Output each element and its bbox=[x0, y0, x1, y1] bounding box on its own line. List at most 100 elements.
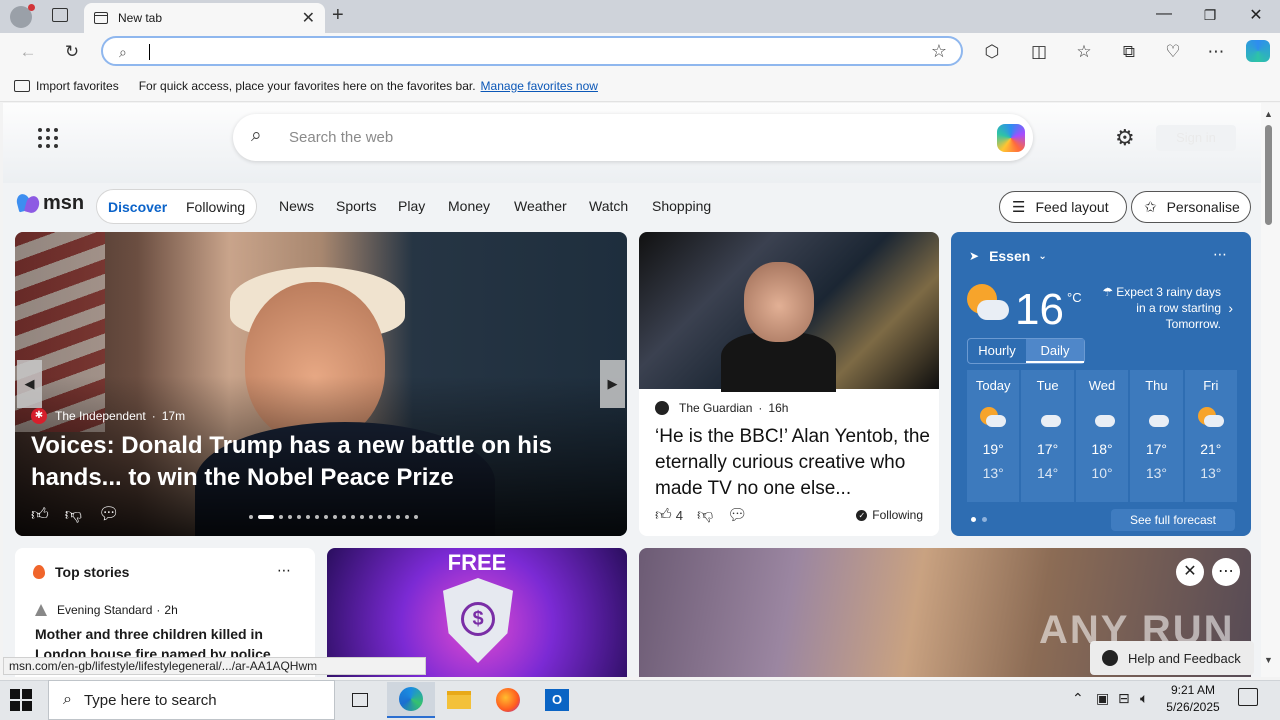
carousel-dot[interactable] bbox=[324, 515, 328, 519]
carousel-dot[interactable] bbox=[297, 515, 301, 519]
favorite-star-icon[interactable]: ☆ bbox=[931, 41, 947, 62]
forecast-note[interactable]: ☂ Expect 3 rainy days in a row starting … bbox=[1097, 284, 1221, 332]
copilot-icon[interactable] bbox=[997, 124, 1025, 152]
carousel-dot[interactable] bbox=[360, 515, 364, 519]
web-search-box[interactable]: ⌕ Search the web bbox=[233, 114, 1033, 161]
close-window-button[interactable]: ✕ bbox=[1233, 5, 1279, 25]
edge-app-icon[interactable] bbox=[387, 682, 435, 718]
card-source[interactable]: The Guardian · 16h bbox=[655, 401, 788, 415]
comment-icon[interactable]: 💬︎ bbox=[98, 504, 120, 525]
carousel-dot[interactable] bbox=[414, 515, 418, 519]
carousel-dot[interactable] bbox=[351, 515, 355, 519]
outlook-icon[interactable]: O bbox=[533, 682, 581, 718]
refresh-button[interactable]: ↻ bbox=[60, 40, 84, 64]
carousel-dot[interactable] bbox=[378, 515, 382, 519]
thumbs-up-icon[interactable]: 👍︎ bbox=[31, 504, 49, 525]
hero-headline[interactable]: Voices: Donald Trump has a new battle on… bbox=[31, 430, 591, 494]
windows-start-icon[interactable] bbox=[10, 689, 32, 711]
feed-layout-button[interactable]: ☰ Feed layout bbox=[999, 191, 1127, 223]
forecast-day[interactable]: Thu 17° 13° bbox=[1130, 370, 1183, 502]
hero-source[interactable]: ✱ The Independent · 17m bbox=[31, 408, 185, 424]
nav-sports[interactable]: Sports bbox=[336, 198, 376, 214]
address-bar[interactable]: ⌕ ☆ bbox=[101, 36, 963, 66]
carousel-dot[interactable] bbox=[288, 515, 292, 519]
close-icon[interactable]: ✕ bbox=[1176, 558, 1204, 586]
device-icon[interactable]: ▣ bbox=[1096, 690, 1109, 707]
forecast-day[interactable]: Tue 17° 14° bbox=[1021, 370, 1074, 502]
weather-location[interactable]: ➤ Essen ⌄ bbox=[969, 248, 1047, 264]
network-icon[interactable]: ⊟ bbox=[1118, 690, 1130, 707]
forecast-day[interactable]: Wed 18° 10° bbox=[1075, 370, 1129, 502]
copilot-icon[interactable] bbox=[1246, 40, 1270, 62]
tab-discover[interactable]: Discover bbox=[108, 199, 167, 215]
carousel-dot[interactable] bbox=[315, 515, 319, 519]
carousel-dot[interactable] bbox=[387, 515, 391, 519]
carousel-dot[interactable] bbox=[369, 515, 373, 519]
carousel-dot[interactable] bbox=[405, 515, 409, 519]
thumbs-down-icon[interactable]: 👎︎ bbox=[65, 504, 82, 525]
see-full-forecast-button[interactable]: See full forecast bbox=[1111, 509, 1235, 531]
thumbs-up-icon[interactable]: 👍︎ bbox=[655, 506, 672, 525]
notification-icon[interactable] bbox=[1238, 688, 1258, 706]
toggle-daily[interactable]: Daily bbox=[1026, 339, 1084, 363]
new-tab-button[interactable]: + bbox=[332, 4, 344, 27]
extensions-icon[interactable]: ⬡ bbox=[980, 40, 1004, 64]
tab-close-icon[interactable]: ✕ bbox=[302, 8, 315, 28]
file-explorer-icon[interactable] bbox=[435, 682, 483, 718]
following-badge[interactable]: ✓ Following bbox=[856, 508, 923, 522]
gear-icon[interactable]: ⚙ bbox=[1115, 125, 1135, 151]
carousel-prev-button[interactable]: ◀ bbox=[17, 360, 42, 408]
card-headline[interactable]: ‘He is the BBC!’ Alan Yentob, the eterna… bbox=[655, 424, 930, 502]
carousel-next-button[interactable]: ▶ bbox=[600, 360, 625, 408]
carousel-dot[interactable] bbox=[396, 515, 400, 519]
more-options-icon[interactable]: ⋯ bbox=[1213, 246, 1227, 263]
thumbs-down-icon[interactable]: 👎︎ bbox=[697, 506, 713, 525]
restore-button[interactable]: ❐ bbox=[1187, 7, 1233, 24]
weather-card[interactable]: ➤ Essen ⌄ ⋯ 16 °C ☂ Expect 3 rainy days … bbox=[951, 232, 1251, 536]
nav-weather[interactable]: Weather bbox=[514, 198, 567, 214]
import-favorites-button[interactable]: Import favorites bbox=[36, 79, 119, 93]
split-screen-icon[interactable]: ◫ bbox=[1027, 40, 1051, 64]
nav-money[interactable]: Money bbox=[448, 198, 490, 214]
carousel-dot[interactable] bbox=[342, 515, 346, 519]
sign-in-button[interactable]: Sign in bbox=[1156, 125, 1236, 151]
news-card-guardian[interactable]: The Guardian · 16h ‘He is the BBC!’ Alan… bbox=[639, 232, 939, 536]
help-feedback-button[interactable]: Help and Feedback bbox=[1090, 641, 1254, 675]
back-button[interactable]: ← bbox=[16, 40, 40, 64]
carousel-dot[interactable] bbox=[258, 515, 274, 519]
more-options-icon[interactable]: ⋯ bbox=[277, 562, 291, 579]
carousel-dot[interactable] bbox=[333, 515, 337, 519]
tab-following[interactable]: Following bbox=[186, 199, 245, 215]
minimize-button[interactable]: — bbox=[1141, 5, 1187, 23]
msn-logo[interactable]: msn bbox=[15, 192, 84, 215]
taskbar-search[interactable]: ⌕ Type here to search bbox=[48, 680, 335, 720]
system-clock[interactable]: 9:21 AM 5/26/2025 bbox=[1156, 682, 1230, 716]
carousel-dot[interactable] bbox=[306, 515, 310, 519]
vertical-scrollbar[interactable]: ▲ ▼ bbox=[1261, 103, 1280, 677]
scroll-thumb[interactable] bbox=[1265, 125, 1272, 225]
settings-more-icon[interactable]: ⋯ bbox=[1204, 40, 1228, 64]
chevron-up-icon[interactable]: ⌃ bbox=[1072, 690, 1084, 707]
toggle-hourly[interactable]: Hourly bbox=[968, 339, 1026, 363]
scroll-up-icon[interactable]: ▲ bbox=[1264, 109, 1273, 119]
carousel-dot[interactable] bbox=[279, 515, 283, 519]
manage-favorites-link[interactable]: Manage favorites now bbox=[481, 79, 598, 93]
more-options-icon[interactable]: ⋯ bbox=[1212, 558, 1240, 586]
favorites-icon[interactable]: ☆ bbox=[1072, 40, 1096, 64]
collections-icon[interactable]: ⧉ bbox=[1117, 40, 1141, 64]
nav-shopping[interactable]: Shopping bbox=[652, 198, 711, 214]
personalise-button[interactable]: ✩ Personalise bbox=[1131, 191, 1251, 223]
carousel-dot[interactable] bbox=[249, 515, 253, 519]
scroll-down-icon[interactable]: ▼ bbox=[1264, 655, 1273, 665]
tab-new-tab[interactable]: New tab ✕ bbox=[84, 3, 325, 33]
story-source[interactable]: Evening Standard · 2h bbox=[35, 603, 178, 617]
tab-actions-icon[interactable] bbox=[52, 8, 68, 22]
nav-news[interactable]: News bbox=[279, 198, 314, 214]
hero-carousel[interactable]: ◀ ▶ ✱ The Independent · 17m Voices: Dona… bbox=[15, 232, 627, 536]
browser-essentials-icon[interactable]: ♡ bbox=[1161, 40, 1185, 64]
nav-watch[interactable]: Watch bbox=[589, 198, 628, 214]
task-view-icon[interactable] bbox=[336, 682, 384, 718]
forecast-day[interactable]: Fri 21° 13° bbox=[1184, 370, 1238, 502]
forecast-day[interactable]: Today 19° 13° bbox=[967, 370, 1020, 502]
firefox-icon[interactable] bbox=[484, 682, 532, 718]
